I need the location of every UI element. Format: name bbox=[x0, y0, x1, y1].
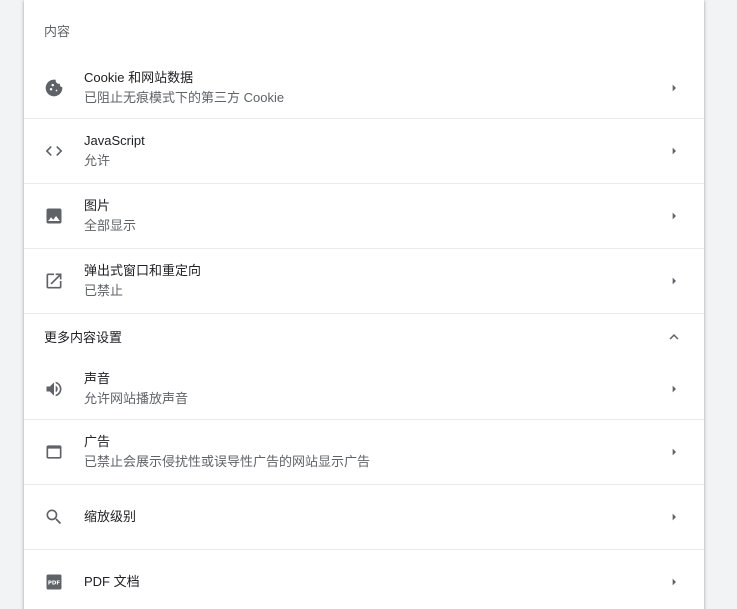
settings-card: 内容 Cookie 和网站数据 已阻止无痕模式下的第三方 Cookie Java… bbox=[24, 0, 704, 609]
search-icon bbox=[24, 507, 84, 527]
row-sublabel: 全部显示 bbox=[84, 218, 137, 233]
row-label: 广告 bbox=[84, 434, 111, 449]
section-title-content: 内容 bbox=[44, 23, 71, 39]
arrow-right-icon bbox=[644, 574, 704, 590]
row-sublabel: 允许 bbox=[84, 153, 111, 168]
row-ads[interactable]: 广告 已禁止会展示侵扰性或误导性广告的网站显示广告 bbox=[24, 419, 704, 484]
row-label: 弹出式窗口和重定向 bbox=[84, 263, 202, 278]
row-zoom[interactable]: 缩放级别 bbox=[24, 484, 704, 549]
arrow-right-icon bbox=[644, 208, 704, 224]
chevron-up-icon bbox=[644, 328, 704, 346]
svg-text:PDF: PDF bbox=[48, 581, 60, 587]
arrow-right-icon bbox=[644, 509, 704, 525]
more-settings-toggle[interactable]: 更多内容设置 bbox=[24, 313, 704, 359]
row-label: JavaScript bbox=[84, 133, 145, 148]
ads-window-icon bbox=[24, 442, 84, 462]
row-sublabel: 已阻止无痕模式下的第三方 Cookie bbox=[84, 90, 285, 105]
row-sublabel: 允许网站播放声音 bbox=[84, 391, 189, 406]
arrow-right-icon bbox=[644, 273, 704, 289]
arrow-right-icon bbox=[644, 143, 704, 159]
row-cookies[interactable]: Cookie 和网站数据 已阻止无痕模式下的第三方 Cookie bbox=[24, 58, 704, 118]
row-label: 声音 bbox=[84, 371, 111, 386]
row-sublabel: 已禁止 bbox=[84, 283, 124, 298]
row-label: Cookie 和网站数据 bbox=[84, 70, 194, 85]
more-settings-title: 更多内容设置 bbox=[44, 330, 123, 345]
volume-icon bbox=[24, 379, 84, 399]
arrow-right-icon bbox=[644, 381, 704, 397]
row-popups[interactable]: 弹出式窗口和重定向 已禁止 bbox=[24, 248, 704, 313]
row-sublabel: 已禁止会展示侵扰性或误导性广告的网站显示广告 bbox=[84, 454, 371, 469]
pdf-icon: PDF bbox=[24, 572, 84, 592]
image-icon bbox=[24, 206, 84, 226]
row-javascript[interactable]: JavaScript 允许 bbox=[24, 118, 704, 183]
open-in-new-icon bbox=[24, 271, 84, 291]
row-label: 缩放级别 bbox=[84, 509, 137, 524]
arrow-right-icon bbox=[644, 444, 704, 460]
cookie-icon bbox=[24, 78, 84, 98]
row-images[interactable]: 图片 全部显示 bbox=[24, 183, 704, 248]
row-pdf[interactable]: PDF PDF 文档 bbox=[24, 549, 704, 609]
row-label: 图片 bbox=[84, 198, 111, 213]
row-label: PDF 文档 bbox=[84, 574, 140, 589]
row-sound[interactable]: 声音 允许网站播放声音 bbox=[24, 359, 704, 419]
code-icon bbox=[24, 141, 84, 161]
arrow-right-icon bbox=[644, 80, 704, 96]
